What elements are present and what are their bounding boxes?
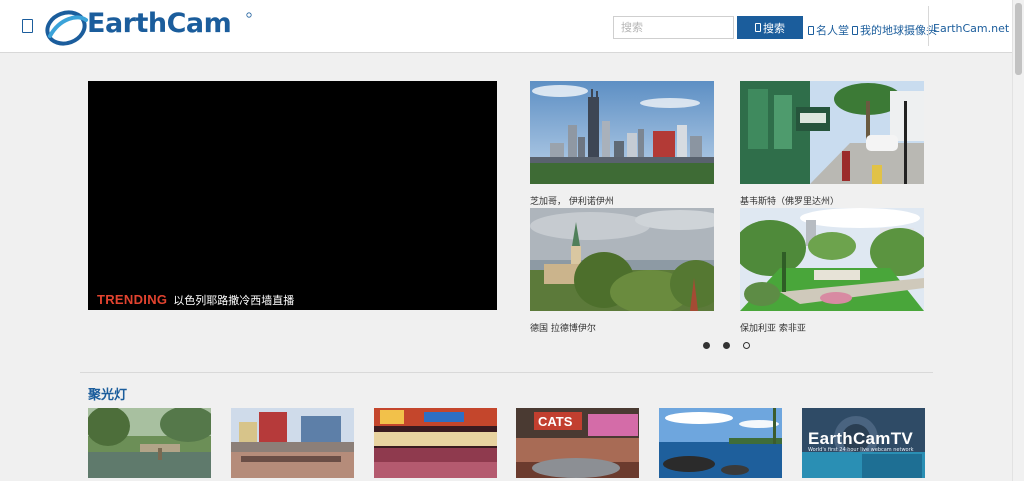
search-button-label: 搜索 xyxy=(763,21,785,35)
my-earth-cams-link[interactable]: 我的地球摄像头 xyxy=(852,22,937,38)
spotlight-item[interactable] xyxy=(374,408,497,478)
radebeul-church-thumbnail xyxy=(530,208,725,314)
featured-cam-caption[interactable]: 德国 拉德博伊尔 xyxy=(530,321,714,334)
header-divider xyxy=(928,6,929,46)
trending-title: 以色列耶路撒冷西墙直播 xyxy=(173,294,295,307)
spotlight-heading: 聚光灯 xyxy=(88,388,128,403)
section-divider xyxy=(80,372,933,373)
chicago-skyline-thumbnail xyxy=(530,81,714,184)
trophy-icon xyxy=(808,25,814,35)
my-earth-cams-label: 我的地球摄像头 xyxy=(860,24,937,37)
featured-cam-caption[interactable]: 芝加哥， 伊利诺伊州 xyxy=(530,194,714,207)
spotlight-item[interactable] xyxy=(231,408,354,478)
featured-cam-radebeul[interactable]: 德国 拉德博伊尔 xyxy=(530,208,725,334)
spotlight-item[interactable]: CATS xyxy=(516,408,639,478)
search-button[interactable]: 搜索 xyxy=(737,16,803,39)
cats-theater-thumbnail: CATS xyxy=(516,408,639,478)
video-player[interactable]: TRENDING 以色列耶路撒冷西墙直播 xyxy=(88,81,497,310)
earthcamtv-title: EarthCamTV xyxy=(808,429,914,448)
menu-icon[interactable] xyxy=(22,19,33,33)
carousel-dot[interactable] xyxy=(703,342,710,349)
logo-wordmark[interactable]: EarthCam xyxy=(87,8,232,39)
boardwalk-crowd-thumbnail xyxy=(231,408,354,478)
camera-icon xyxy=(852,25,858,35)
zoo-lagoon-thumbnail xyxy=(88,408,211,478)
carousel-dot[interactable] xyxy=(723,342,730,349)
search-input[interactable] xyxy=(613,16,734,39)
featured-cam-caption[interactable]: 基韦斯特（佛罗里达州） xyxy=(740,194,924,207)
earthcamtv-subtitle: World's first 24 hour live webcam networ… xyxy=(808,447,914,453)
hall-of-fame-link[interactable]: 名人堂 xyxy=(808,22,849,38)
search-icon xyxy=(755,23,761,32)
sofia-park-thumbnail xyxy=(734,208,930,311)
spotlight-item[interactable]: EarthCamTV World's first 24 hour live we… xyxy=(802,408,925,478)
trending-tag: TRENDING xyxy=(97,292,168,307)
carousel-dot[interactable] xyxy=(743,342,750,349)
earthcam-net-link[interactable]: EarthCam.net xyxy=(933,22,1009,35)
key-west-street-thumbnail xyxy=(740,81,924,184)
featured-cam-key-west[interactable]: 基韦斯特（佛罗里达州） xyxy=(740,81,924,207)
svg-text:CATS: CATS xyxy=(538,414,573,429)
spotlight-item[interactable] xyxy=(659,408,782,478)
site-header: EarthCam 搜索 名人堂 我的地球摄像头 EarthCam.net xyxy=(0,0,1012,53)
scrollbar-thumb[interactable] xyxy=(1015,3,1022,75)
hall-of-fame-label: 名人堂 xyxy=(816,24,849,37)
page-scrollbar[interactable] xyxy=(1012,0,1024,481)
ocean-coast-thumbnail xyxy=(659,408,782,478)
trending-caption[interactable]: TRENDING 以色列耶路撒冷西墙直播 xyxy=(97,292,294,308)
spotlight-item[interactable] xyxy=(88,408,211,478)
featured-cam-caption[interactable]: 保加利亚 索非亚 xyxy=(740,321,924,334)
featured-cam-sofia[interactable]: 保加利亚 索非亚 xyxy=(734,208,930,334)
featured-cam-chicago[interactable]: 芝加哥， 伊利诺伊州 xyxy=(530,81,714,207)
vegas-crowd-thumbnail xyxy=(374,408,497,478)
